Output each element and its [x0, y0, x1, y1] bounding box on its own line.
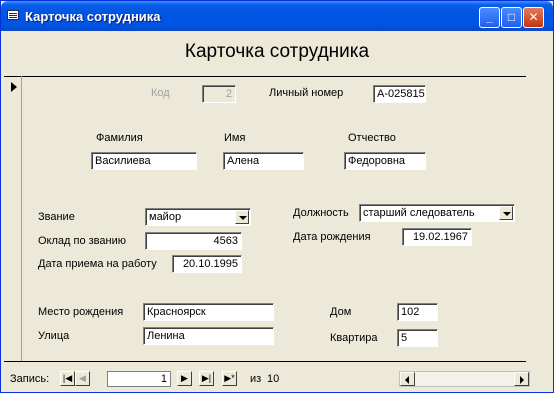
patronymic-field[interactable]: Федоровна	[344, 152, 426, 170]
salary-label: Оклад по званию	[38, 235, 126, 247]
footer-divider	[4, 361, 526, 362]
record-navigation-bar: Запись: |◀ ◀ 1 ▶ ▶| ▶* из 10	[4, 367, 550, 391]
surname-field[interactable]: Василиева	[91, 152, 197, 170]
position-combo[interactable]: старший следователь	[359, 204, 515, 222]
birth-date-label: Дата рождения	[293, 231, 371, 243]
position-label: Должность	[293, 207, 349, 219]
last-record-button[interactable]: ▶|	[199, 371, 214, 386]
hire-date-field[interactable]: 20.10.1995	[172, 255, 242, 273]
minimize-button[interactable]: _	[479, 7, 500, 28]
position-value: старший следователь	[363, 207, 475, 219]
scroll-right-icon[interactable]	[514, 372, 529, 386]
house-label: Дом	[330, 306, 352, 318]
next-record-button[interactable]: ▶	[177, 371, 192, 386]
minimize-icon: _	[486, 10, 493, 24]
close-button[interactable]: ✕	[523, 7, 544, 28]
window-title: Карточка сотрудника	[25, 9, 161, 24]
form-header-title: Карточка сотрудника	[184, 41, 370, 62]
surname-label: Фамилия	[96, 132, 143, 144]
apartment-label: Квартира	[330, 332, 378, 344]
current-record-input[interactable]: 1	[107, 371, 171, 387]
record-selector[interactable]	[4, 76, 22, 361]
horizontal-scrollbar[interactable]	[399, 371, 530, 387]
street-field[interactable]: Ленина	[143, 327, 274, 345]
form-body: Карточка сотрудника Код 2 Личный номер А…	[4, 31, 550, 391]
patronymic-label: Отчество	[348, 132, 396, 144]
personal-number-label: Личный номер	[269, 87, 344, 99]
rank-combo[interactable]: майор	[145, 208, 251, 226]
title-bar[interactable]: Карточка сотрудника _ □ ✕	[1, 1, 553, 31]
kod-label: Код	[151, 87, 170, 99]
record-label: Запись:	[10, 373, 50, 385]
record-total: 10	[267, 373, 280, 385]
birth-date-field[interactable]: 19.02.1967	[402, 228, 472, 246]
form-icon	[7, 10, 19, 20]
dropdown-arrow-icon[interactable]	[499, 206, 513, 220]
street-label: Улица	[38, 330, 70, 342]
new-record-button[interactable]: ▶*	[222, 371, 237, 386]
birth-place-label: Место рождения	[38, 306, 124, 318]
record-of-label: из	[250, 373, 262, 385]
birth-place-field[interactable]: Красноярск	[143, 303, 274, 321]
close-icon: ✕	[528, 10, 539, 24]
salary-field[interactable]: 4563	[145, 232, 242, 250]
maximize-button[interactable]: □	[501, 7, 522, 28]
first-record-button[interactable]: |◀	[60, 371, 75, 386]
personal-number-field[interactable]: А-025815	[373, 85, 426, 103]
header-divider	[4, 76, 526, 77]
rank-label: Звание	[38, 211, 75, 223]
name-field[interactable]: Алена	[223, 152, 304, 170]
house-field[interactable]: 102	[397, 303, 438, 321]
dropdown-arrow-icon[interactable]	[235, 210, 249, 224]
maximize-icon: □	[507, 10, 516, 24]
kod-field[interactable]: 2	[202, 85, 236, 103]
form-window: Карточка сотрудника _ □ ✕ Карточка сотру…	[0, 0, 554, 393]
scroll-left-icon[interactable]	[400, 372, 415, 386]
hire-date-label: Дата приема на работу	[38, 258, 157, 270]
rank-value: майор	[149, 211, 182, 223]
apartment-field[interactable]: 5	[397, 329, 438, 347]
previous-record-button[interactable]: ◀	[75, 371, 90, 386]
name-label: Имя	[224, 132, 246, 144]
